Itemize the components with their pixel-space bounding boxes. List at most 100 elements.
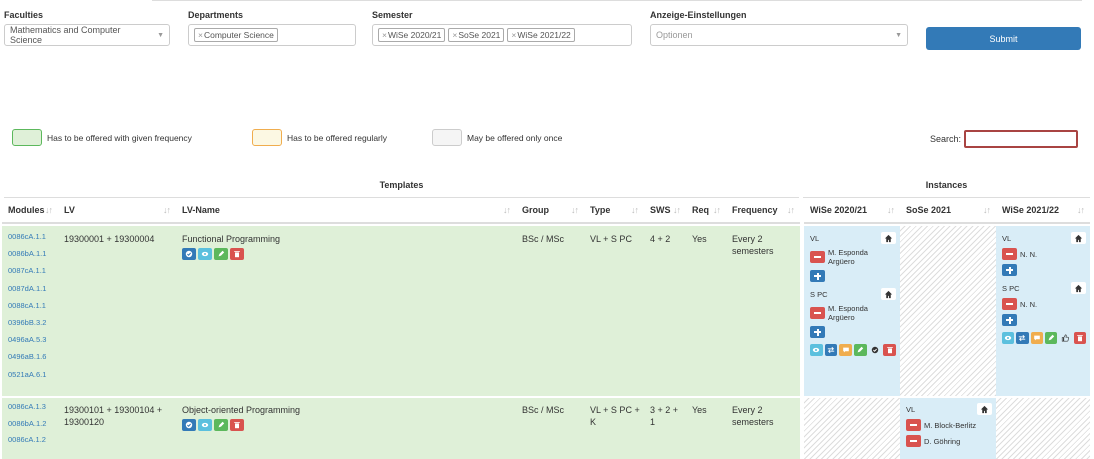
pencil-icon[interactable] bbox=[1044, 332, 1058, 344]
remove-person-icon[interactable] bbox=[810, 307, 825, 319]
sort-icon: ↓↑ bbox=[887, 205, 895, 215]
chevron-down-icon: ▼ bbox=[895, 31, 902, 39]
row-actions bbox=[182, 419, 300, 431]
comment-icon[interactable] bbox=[839, 344, 853, 356]
check-circle-icon[interactable] bbox=[869, 344, 882, 356]
remove-person-icon[interactable] bbox=[810, 251, 825, 263]
module-link[interactable]: 0086bA.1.1 bbox=[8, 245, 46, 262]
display-settings-placeholder: Optionen bbox=[656, 30, 693, 40]
module-link[interactable]: 0396bB.3.2 bbox=[8, 314, 46, 331]
department-tag[interactable]: ×Computer Science bbox=[194, 28, 278, 42]
col-type[interactable]: Type ↓↑ bbox=[584, 198, 644, 224]
add-person-icon[interactable] bbox=[810, 270, 825, 282]
lv-name: Functional Programming bbox=[182, 234, 281, 244]
semester-filter: Semester ×WiSe 2020/21 ×SoSe 2021 ×WiSe … bbox=[372, 10, 632, 46]
module-link[interactable]: 0086cA.1.1 bbox=[8, 228, 46, 245]
trash-icon[interactable] bbox=[883, 344, 897, 356]
add-person-icon[interactable] bbox=[810, 326, 825, 338]
legend-label: Has to be offered regularly bbox=[287, 132, 388, 143]
row-1-lv-name-cell: Functional Programming bbox=[182, 233, 280, 260]
submit-button[interactable]: Submit bbox=[926, 27, 1081, 50]
add-person-icon[interactable] bbox=[1002, 314, 1017, 326]
trash-icon[interactable] bbox=[230, 248, 244, 260]
trash-icon[interactable] bbox=[230, 419, 244, 431]
semester-tag[interactable]: ×SoSe 2021 bbox=[448, 28, 505, 42]
col-modules[interactable]: Modules ↓↑ bbox=[2, 198, 58, 224]
row-2-type: VL + S PC + K bbox=[590, 405, 640, 427]
pencil-icon[interactable] bbox=[214, 248, 228, 260]
eye-icon[interactable] bbox=[198, 419, 212, 431]
instance-wise2020: VL M. Esponda Argüero S PC M. Esponda Ar… bbox=[810, 232, 897, 356]
instance-person: N. N. bbox=[1002, 248, 1086, 260]
col-lv-name[interactable]: LV-Name ↓↑ bbox=[176, 198, 516, 224]
module-link[interactable]: 0088cA.1.1 bbox=[8, 297, 46, 314]
row-1-lv: 19300001 + 19300004 bbox=[64, 234, 155, 244]
instance-kind: VL bbox=[1002, 233, 1012, 243]
home-icon[interactable] bbox=[1071, 282, 1086, 294]
sort-icon: ↓↑ bbox=[45, 205, 53, 215]
module-link[interactable]: 0086cA.1.2 bbox=[8, 432, 46, 449]
col-group[interactable]: Group ↓↑ bbox=[516, 198, 584, 224]
sort-icon: ↓↑ bbox=[983, 205, 991, 215]
search-input[interactable] bbox=[964, 130, 1079, 148]
remove-tag-icon[interactable]: × bbox=[198, 30, 203, 40]
remove-tag-icon[interactable]: × bbox=[452, 30, 457, 40]
module-link[interactable]: 0521aA.6.1 bbox=[8, 366, 46, 383]
legend-swatch-orange bbox=[252, 129, 282, 146]
module-link[interactable]: 0086bA.1.2 bbox=[8, 416, 46, 433]
module-link[interactable]: 0087cA.1.1 bbox=[8, 262, 46, 279]
lv-name: Object-oriented Programming bbox=[182, 405, 301, 415]
sort-icon: ↓↑ bbox=[713, 205, 721, 215]
remove-person-icon[interactable] bbox=[1002, 248, 1017, 260]
row-2-group: BSc / MSc bbox=[522, 405, 565, 415]
row-actions bbox=[182, 248, 280, 260]
swap-icon[interactable] bbox=[824, 344, 838, 356]
col-lv[interactable]: LV ↓↑ bbox=[58, 198, 176, 224]
instance-actions bbox=[1002, 332, 1086, 344]
eye-icon[interactable] bbox=[198, 248, 212, 260]
semester-multiselect[interactable]: ×WiSe 2020/21 ×SoSe 2021 ×WiSe 2021/22 bbox=[372, 24, 632, 46]
swap-icon[interactable] bbox=[1016, 332, 1029, 344]
remove-tag-icon[interactable]: × bbox=[382, 30, 387, 40]
semester-tag[interactable]: ×WiSe 2020/21 bbox=[378, 28, 446, 42]
add-person-icon[interactable] bbox=[1002, 264, 1017, 276]
check-icon[interactable] bbox=[182, 419, 196, 431]
home-icon[interactable] bbox=[977, 403, 992, 415]
col-req[interactable]: Req ↓↑ bbox=[686, 198, 726, 224]
remove-person-icon[interactable] bbox=[1002, 298, 1017, 310]
trash-icon[interactable] bbox=[1073, 332, 1086, 344]
faculties-select[interactable]: Mathematics and Computer Science ▼ bbox=[4, 24, 170, 46]
departments-multiselect[interactable]: ×Computer Science bbox=[188, 24, 356, 46]
row-1-type: VL + S PC bbox=[590, 234, 632, 244]
module-link[interactable]: 0087dA.1.1 bbox=[8, 280, 46, 297]
check-icon[interactable] bbox=[182, 248, 196, 260]
module-link[interactable]: 0086cA.1.3 bbox=[8, 399, 46, 416]
home-icon[interactable] bbox=[881, 288, 896, 300]
col-frequency[interactable]: Frequency ↓↑ bbox=[726, 198, 800, 224]
sort-icon: ↓↑ bbox=[571, 205, 579, 215]
legend-label: May be offered only once bbox=[467, 132, 563, 143]
col-wise2020[interactable]: WiSe 2020/21 ↓↑ bbox=[804, 198, 900, 224]
display-settings-select[interactable]: Optionen ▼ bbox=[650, 24, 908, 46]
thumbs-up-icon[interactable] bbox=[1059, 332, 1071, 344]
col-wise2021[interactable]: WiSe 2021/22 ↓↑ bbox=[996, 198, 1090, 224]
module-link[interactable]: 0496aA.5.3 bbox=[8, 331, 46, 348]
remove-person-icon[interactable] bbox=[906, 419, 921, 431]
remove-tag-icon[interactable]: × bbox=[511, 30, 516, 40]
departments-label: Departments bbox=[188, 10, 244, 20]
module-link[interactable]: 0496aB.1.6 bbox=[8, 348, 46, 365]
comment-icon[interactable] bbox=[1030, 332, 1043, 344]
pencil-icon[interactable] bbox=[854, 344, 867, 356]
eye-icon[interactable] bbox=[1002, 332, 1015, 344]
col-sws[interactable]: SWS ↓↑ bbox=[644, 198, 686, 224]
remove-person-icon[interactable] bbox=[906, 435, 921, 447]
instance-wise2021: VL N. N. S PC N. N. bbox=[1002, 232, 1086, 344]
col-sose2021[interactable]: SoSe 2021 ↓↑ bbox=[900, 198, 996, 224]
semester-tag[interactable]: ×WiSe 2021/22 bbox=[507, 28, 575, 42]
search-label: Search: bbox=[930, 134, 962, 144]
sort-icon: ↓↑ bbox=[631, 205, 639, 215]
pencil-icon[interactable] bbox=[214, 419, 228, 431]
home-icon[interactable] bbox=[1071, 232, 1086, 244]
eye-icon[interactable] bbox=[810, 344, 823, 356]
home-icon[interactable] bbox=[881, 232, 896, 244]
